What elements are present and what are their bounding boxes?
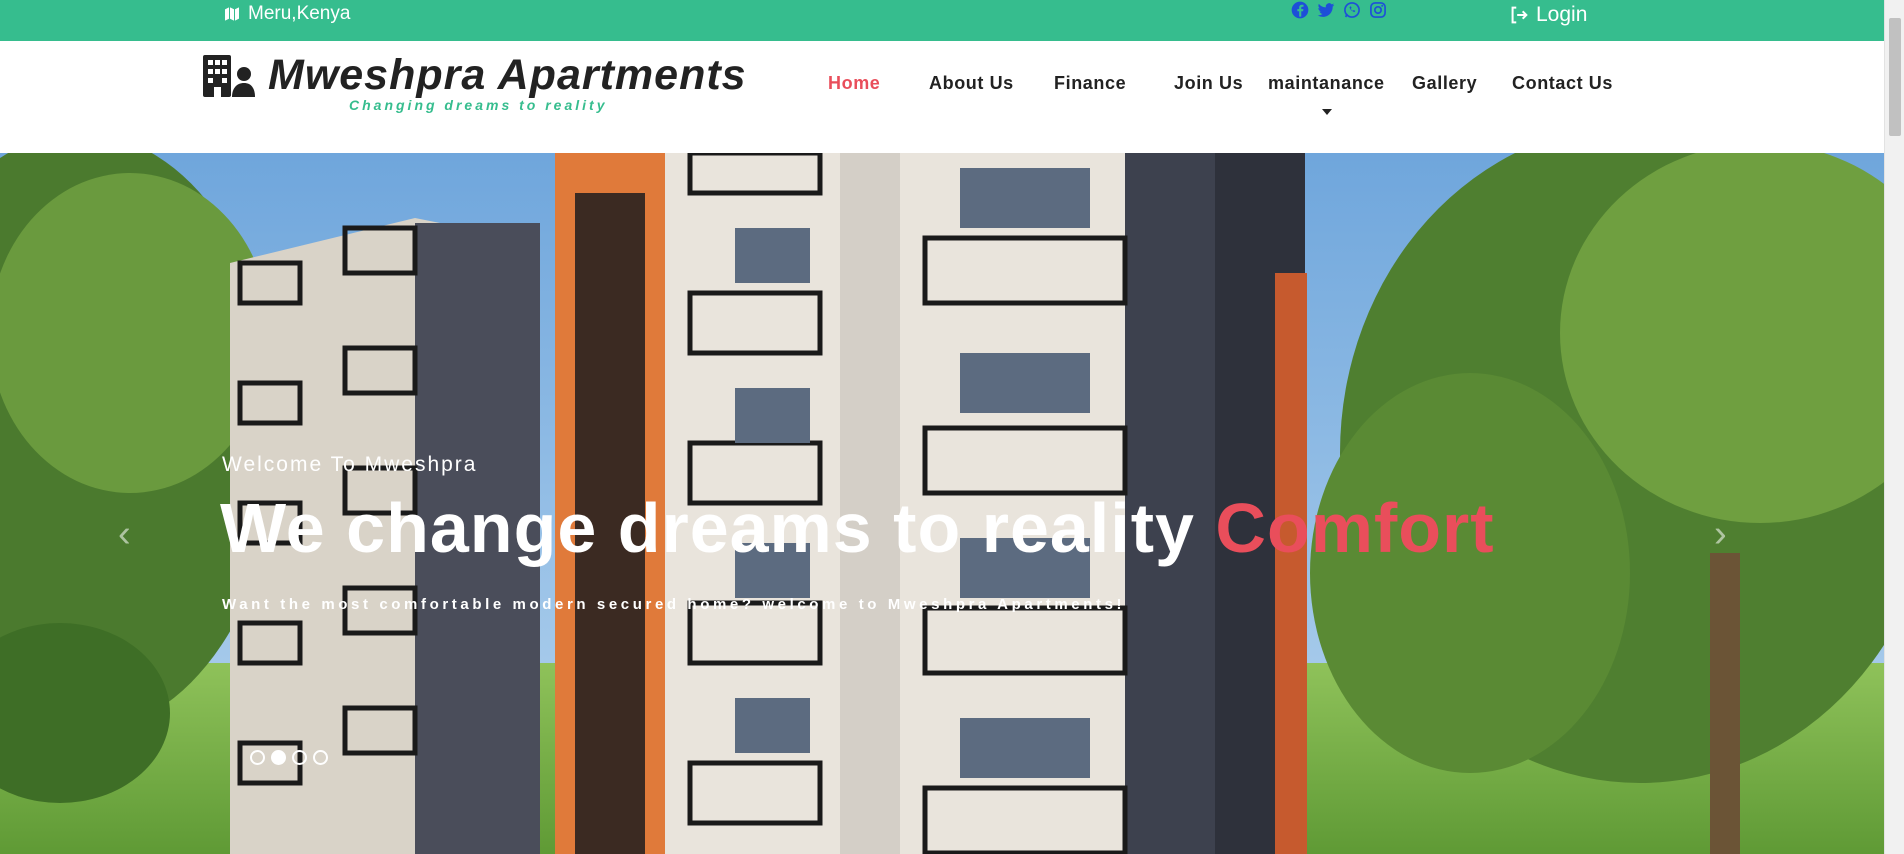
login-link[interactable]: Login [1508,3,1587,27]
carousel-indicator-2[interactable] [271,750,286,765]
carousel-indicator-1[interactable] [250,750,265,765]
scrollbar[interactable] [1884,0,1904,854]
carousel-next-button[interactable]: › [1714,513,1727,556]
instagram-icon[interactable] [1368,0,1388,20]
carousel-indicator-3[interactable] [292,750,307,765]
hero-carousel: ‹ › Welcome To Mweshpra We change dreams… [0,153,1884,854]
facebook-icon[interactable] [1290,0,1310,20]
navbar: Mweshpra Apartments Changing dreams to r… [0,41,1884,153]
building-user-icon [203,55,255,97]
nav-about-us[interactable]: About Us [929,73,1014,94]
location: Meru,Kenya [222,3,350,25]
nav-home[interactable]: Home [828,73,880,94]
twitter-icon[interactable] [1316,0,1336,20]
carousel-indicator-4[interactable] [313,750,328,765]
carousel-prev-button[interactable]: ‹ [118,513,131,556]
social-links [1290,0,1388,20]
nav-maintanance[interactable]: maintanance [1268,73,1385,94]
sign-in-icon [1511,6,1528,24]
carousel-indicators [250,750,328,765]
location-text: Meru,Kenya [248,3,351,24]
nav-contact-us[interactable]: Contact Us [1512,73,1613,94]
hero-welcome: Welcome To Mweshpra [222,453,478,476]
top-bar: Meru,Kenya Login [0,0,1884,41]
whatsapp-icon[interactable] [1342,0,1362,20]
brand-tagline: Changing dreams to reality [349,97,608,113]
hero-subtitle: Want the most comfortable modern secured… [222,596,1126,613]
hero-title: We change dreams to reality Comfort [220,488,1495,568]
chevron-down-icon[interactable] [1322,109,1332,115]
map-icon [224,5,240,23]
hero-title-main: We change dreams to reality [220,489,1216,567]
hero-title-accent: Comfort [1215,489,1495,567]
nav-join-us[interactable]: Join Us [1174,73,1243,94]
brand-title[interactable]: Mweshpra Apartments [268,51,747,100]
scrollbar-thumb[interactable] [1889,18,1901,136]
nav-gallery[interactable]: Gallery [1412,73,1477,94]
nav-finance[interactable]: Finance [1054,73,1126,94]
login-label: Login [1536,3,1588,26]
